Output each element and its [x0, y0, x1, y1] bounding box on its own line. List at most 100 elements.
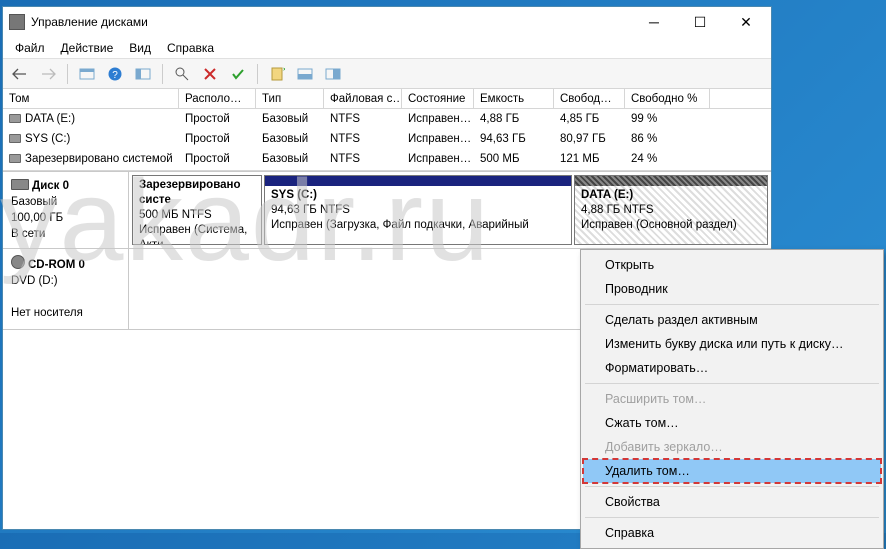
app-icon — [9, 14, 25, 30]
disk-0-name: Диск 0 — [32, 180, 69, 192]
x-icon — [202, 66, 218, 82]
context-menu-item[interactable]: Форматировать… — [583, 356, 881, 380]
table-body: DATA (E:)ПростойБазовыйNTFSИсправен…4,88… — [3, 109, 771, 170]
context-menu-item[interactable]: Изменить букву диска или путь к диску… — [583, 332, 881, 356]
context-menu-item[interactable]: Открыть — [583, 253, 881, 277]
cdrom-icon — [11, 255, 25, 269]
menu-file[interactable]: Файл — [15, 41, 45, 55]
disk-0-label[interactable]: Диск 0 Базовый 100,00 ГБ В сети — [3, 172, 129, 248]
partition-data[interactable]: DATA (E:) 4,88 ГБ NTFS Исправен (Основно… — [574, 175, 768, 245]
partition-state: Исправен (Основной раздел) — [581, 219, 737, 231]
disk-icon — [11, 179, 29, 190]
partition-reserved[interactable]: Зарезервировано систе 500 МБ NTFS Исправ… — [132, 175, 262, 245]
col-free-pct[interactable]: Свободно % — [625, 89, 710, 108]
context-menu-item[interactable]: Справка — [583, 521, 881, 545]
context-menu-separator — [585, 304, 879, 305]
disk-0-row: Диск 0 Базовый 100,00 ГБ В сети Зарезерв… — [3, 171, 771, 248]
tb-find[interactable] — [171, 63, 193, 85]
context-menu-separator — [585, 517, 879, 518]
tb-delete[interactable] — [199, 63, 221, 85]
partition-sub: 500 МБ NTFS — [139, 209, 212, 221]
volume-icon — [9, 114, 21, 123]
partition-sub: 4,88 ГБ NTFS — [581, 204, 654, 216]
partition-bar — [575, 176, 767, 186]
toolbar-separator — [257, 64, 258, 84]
partition-title: Зарезервировано систе — [139, 179, 240, 206]
minimize-button[interactable]: ─ — [631, 8, 677, 36]
context-menu-item[interactable]: Свойства — [583, 490, 881, 514]
volume-icon — [9, 134, 21, 143]
new-icon: ✶ — [269, 66, 285, 82]
volume-table: Том Располо… Тип Файловая с… Состояние Е… — [3, 89, 771, 171]
cdrom-name: CD-ROM 0 — [28, 259, 85, 271]
search-icon — [174, 66, 190, 82]
check-icon — [230, 66, 246, 82]
context-menu-item[interactable]: Сжать том… — [583, 411, 881, 435]
disk-0-partitions: Зарезервировано систе 500 МБ NTFS Исправ… — [129, 172, 771, 248]
table-row[interactable]: SYS (C:)ПростойБазовыйNTFSИсправен…94,63… — [3, 129, 771, 149]
titlebar: Управление дисками ─ ☐ ✕ — [3, 7, 771, 37]
partition-title: DATA (E:) — [581, 189, 633, 201]
panel3-icon — [297, 66, 313, 82]
menu-action[interactable]: Действие — [61, 41, 114, 55]
partition-bar — [265, 176, 571, 186]
arrow-left-icon — [12, 66, 28, 82]
cdrom-label[interactable]: CD-ROM 0 DVD (D:) Нет носителя — [3, 249, 129, 329]
disk-0-size: 100,00 ГБ — [11, 212, 63, 224]
tb-view2[interactable] — [132, 63, 154, 85]
context-menu: ОткрытьПроводник Сделать раздел активнымИ… — [580, 249, 884, 549]
table-row[interactable]: Зарезервировано системойПростойБазовыйNT… — [3, 149, 771, 169]
panel2-icon — [135, 66, 151, 82]
window-controls: ─ ☐ ✕ — [631, 8, 769, 36]
panel4-icon — [325, 66, 341, 82]
cdrom-status: Нет носителя — [11, 307, 83, 319]
partition-sub: 94,63 ГБ NTFS — [271, 204, 350, 216]
panel-icon — [79, 66, 95, 82]
menu-view[interactable]: Вид — [129, 41, 151, 55]
col-volume[interactable]: Том — [3, 89, 179, 108]
col-location[interactable]: Располо… — [179, 89, 256, 108]
back-button[interactable] — [9, 63, 31, 85]
col-state[interactable]: Состояние — [402, 89, 474, 108]
tb-new[interactable]: ✶ — [266, 63, 288, 85]
menu-help[interactable]: Справка — [167, 41, 214, 55]
maximize-button[interactable]: ☐ — [677, 8, 723, 36]
context-menu-item: Расширить том… — [583, 387, 881, 411]
tb-view3[interactable] — [294, 63, 316, 85]
menubar: Файл Действие Вид Справка — [3, 37, 771, 59]
close-button[interactable]: ✕ — [723, 8, 769, 36]
partition-state: Исправен (Загрузка, Файл подкачки, Авари… — [271, 219, 529, 231]
tb-help[interactable]: ? — [104, 63, 126, 85]
partition-sys[interactable]: SYS (C:) 94,63 ГБ NTFS Исправен (Загрузк… — [264, 175, 572, 245]
tb-view1[interactable] — [76, 63, 98, 85]
volume-icon — [9, 154, 21, 163]
col-capacity[interactable]: Емкость — [474, 89, 554, 108]
partition-state: Исправен (Система, Акти — [139, 224, 247, 245]
help-icon: ? — [107, 66, 123, 82]
toolbar-separator — [162, 64, 163, 84]
context-menu-item[interactable]: Удалить том… — [583, 459, 881, 483]
tb-view4[interactable] — [322, 63, 344, 85]
svg-text:✶: ✶ — [282, 66, 285, 74]
toolbar: ? ✶ — [3, 59, 771, 89]
arrow-right-icon — [40, 66, 56, 82]
context-menu-separator — [585, 486, 879, 487]
svg-text:?: ? — [112, 70, 118, 81]
context-menu-item[interactable]: Проводник — [583, 277, 881, 301]
col-fs[interactable]: Файловая с… — [324, 89, 402, 108]
partition-title: SYS (C:) — [271, 189, 317, 201]
disk-0-type: Базовый — [11, 196, 57, 208]
col-type[interactable]: Тип — [256, 89, 324, 108]
col-free[interactable]: Свобод… — [554, 89, 625, 108]
table-row[interactable]: DATA (E:)ПростойБазовыйNTFSИсправен…4,88… — [3, 109, 771, 129]
table-header: Том Располо… Тип Файловая с… Состояние Е… — [3, 89, 771, 109]
context-menu-item[interactable]: Сделать раздел активным — [583, 308, 881, 332]
disk-0-status: В сети — [11, 228, 45, 240]
toolbar-separator — [67, 64, 68, 84]
context-menu-item: Добавить зеркало… — [583, 435, 881, 459]
context-menu-separator — [585, 383, 879, 384]
cdrom-sub: DVD (D:) — [11, 275, 58, 287]
window-title: Управление дисками — [31, 15, 631, 29]
tb-refresh[interactable] — [227, 63, 249, 85]
forward-button[interactable] — [37, 63, 59, 85]
